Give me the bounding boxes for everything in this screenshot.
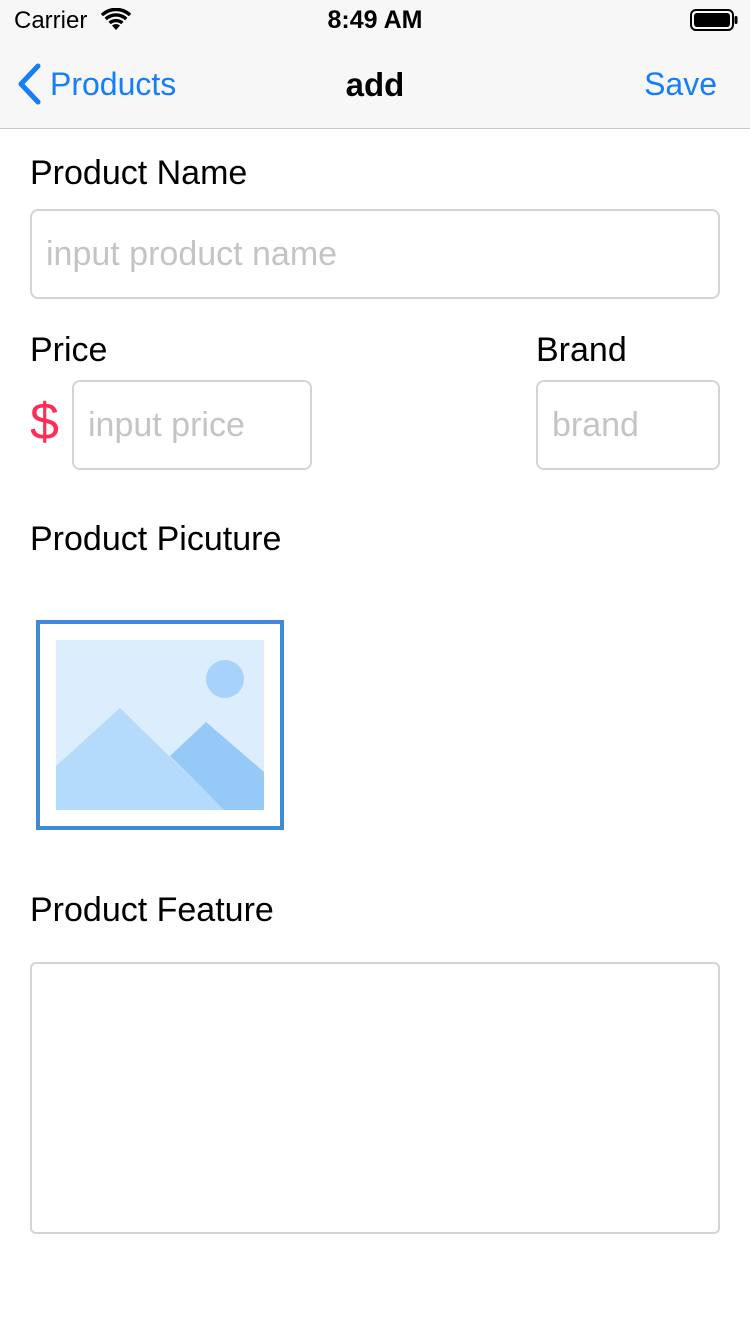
page-title: add [345, 66, 405, 103]
product-name-input[interactable] [30, 209, 720, 299]
price-input[interactable] [72, 380, 312, 470]
status-time: 8:49 AM [327, 6, 423, 34]
battery-icon [690, 9, 738, 31]
currency-symbol: $ [30, 393, 59, 451]
brand-input[interactable] [536, 380, 720, 470]
product-feature-label: Product Feature [30, 891, 274, 929]
brand-label: Brand [536, 331, 627, 369]
save-button[interactable]: Save [644, 66, 717, 103]
image-placeholder-icon[interactable] [36, 620, 284, 830]
product-feature-textarea[interactable] [30, 962, 720, 1234]
navigation-bar: Products add Save [0, 40, 750, 129]
product-name-label: Product Name [30, 154, 248, 192]
product-picture-label: Product Picuture [30, 520, 282, 558]
status-bar: Carrier 8:49 AM [0, 0, 750, 40]
price-label: Price [30, 331, 108, 369]
